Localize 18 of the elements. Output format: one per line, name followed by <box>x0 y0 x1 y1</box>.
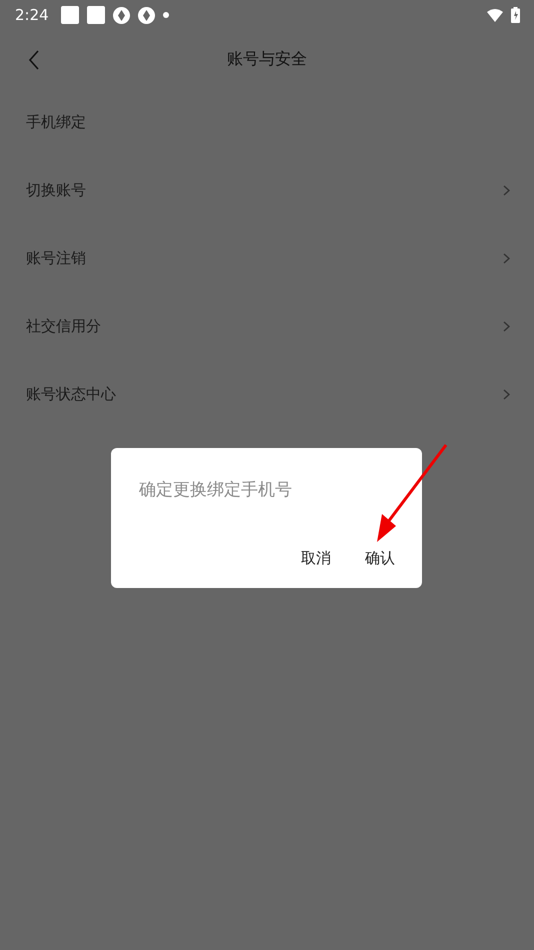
aperture-icon <box>138 6 155 24</box>
dialog-button[interactable]: 取消 <box>301 549 331 568</box>
dot-icon <box>162 12 169 18</box>
menu-item[interactable]: 账号注销 <box>0 224 534 292</box>
back-icon[interactable] <box>28 50 40 70</box>
dialog-message: 确定更换绑定手机号 <box>139 479 293 501</box>
menu-item[interactable]: 账号状态中心 <box>0 360 534 428</box>
wifi-icon <box>487 8 503 22</box>
notification-icon <box>86 6 105 24</box>
dialog-button[interactable]: 确认 <box>365 549 395 568</box>
menu-item[interactable]: 切换账号 <box>0 156 534 224</box>
aperture-icon <box>112 6 130 24</box>
notification-icon <box>60 6 79 24</box>
menu-item[interactable]: 社交信用分 <box>0 292 534 360</box>
status-time: 2:24 <box>15 6 49 24</box>
battery-icon <box>511 7 520 23</box>
menu-item[interactable]: 手机绑定 <box>0 88 534 156</box>
page-title: 账号与安全 <box>227 48 307 70</box>
